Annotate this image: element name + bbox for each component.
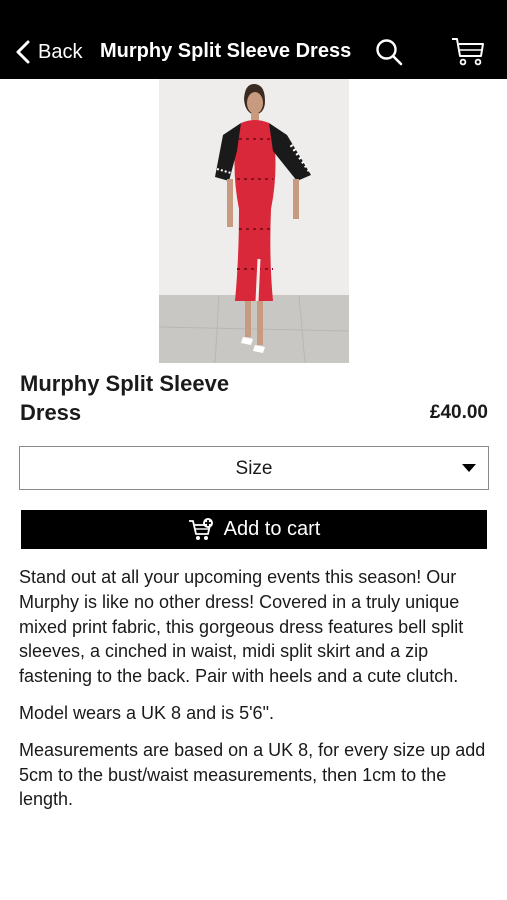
description-paragraph: Model wears a UK 8 and is 5'6". bbox=[19, 702, 274, 723]
search-icon bbox=[376, 39, 403, 66]
shopping-cart-icon bbox=[452, 38, 484, 66]
product-name: Murphy Split Sleeve Dress bbox=[20, 371, 230, 425]
size-select[interactable]: Size bbox=[19, 446, 489, 490]
product-photo bbox=[159, 79, 349, 363]
size-select-label: Size bbox=[235, 458, 273, 479]
description-paragraph: Stand out at all your upcoming events th… bbox=[19, 567, 464, 687]
description-paragraph: Measurements are based on a UK 8, for ev… bbox=[19, 739, 486, 810]
product-image[interactable] bbox=[159, 79, 349, 363]
product-price: £40.00 bbox=[429, 402, 488, 423]
cart-button[interactable] bbox=[450, 36, 486, 68]
page-title: Murphy Split Sleeve Dress bbox=[100, 40, 352, 62]
back-label: Back bbox=[38, 40, 83, 63]
back-button[interactable]: Back bbox=[14, 38, 82, 66]
cart-add-icon bbox=[188, 517, 213, 540]
product-description: Stand out at all your upcoming events th… bbox=[19, 565, 491, 824]
caret-down-icon bbox=[462, 464, 476, 472]
chevron-left-icon bbox=[16, 40, 30, 64]
add-to-cart-button[interactable]: Add to cart bbox=[21, 510, 487, 549]
search-button[interactable] bbox=[374, 37, 404, 67]
app-header: Back Murphy Split Sleeve Dress bbox=[0, 0, 507, 79]
add-to-cart-label: Add to cart bbox=[223, 518, 321, 540]
